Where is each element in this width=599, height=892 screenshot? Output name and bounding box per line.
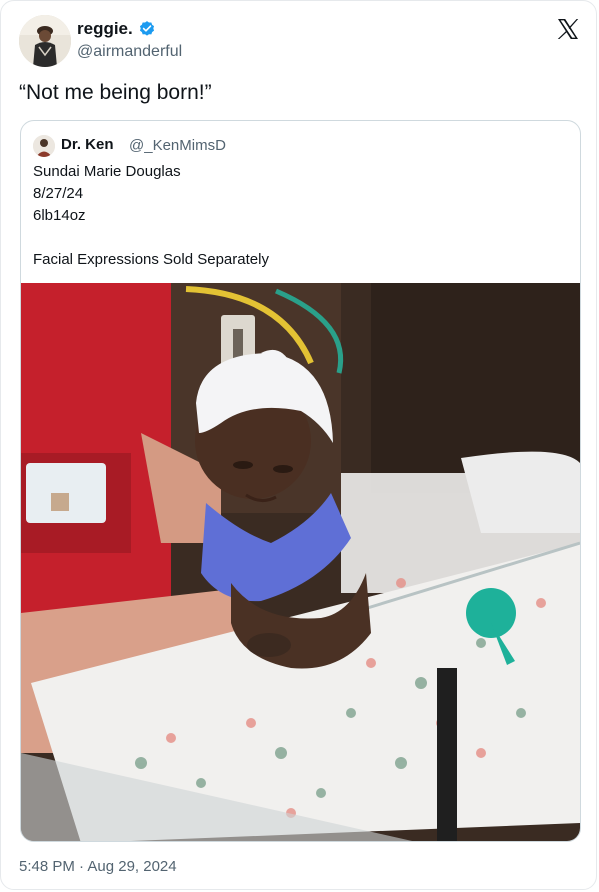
quote-photo[interactable]: [21, 283, 580, 842]
tweet-text: “Not me being born!”: [19, 81, 212, 104]
quote-text-line: 8/27/24: [33, 185, 84, 202]
quote-text-line: Sundai Marie Douglas: [33, 163, 181, 180]
quote-text-line: Facial Expressions Sold Separately: [33, 251, 269, 268]
quote-author-name[interactable]: Dr. Ken: [61, 136, 114, 153]
quote-author-avatar[interactable]: [33, 135, 55, 157]
author-avatar[interactable]: [19, 15, 71, 67]
quoted-tweet[interactable]: Dr. Ken @_KenMimsD Sundai Marie Douglas …: [20, 120, 581, 842]
author-display-name[interactable]: reggie.: [77, 19, 133, 39]
verified-badge-icon: [139, 21, 154, 36]
x-logo-icon[interactable]: [556, 17, 580, 41]
tweet-timestamp[interactable]: 5:48 PM · Aug 29, 2024: [19, 858, 177, 875]
author-handle[interactable]: @airmanderful: [77, 43, 182, 61]
quote-author-handle[interactable]: @_KenMimsD: [129, 137, 226, 154]
author-name-row[interactable]: reggie.: [77, 19, 156, 39]
tweet-card: reggie. @airmanderful “Not me being born…: [0, 0, 597, 890]
quote-text-line: 6lb14oz: [33, 207, 86, 224]
